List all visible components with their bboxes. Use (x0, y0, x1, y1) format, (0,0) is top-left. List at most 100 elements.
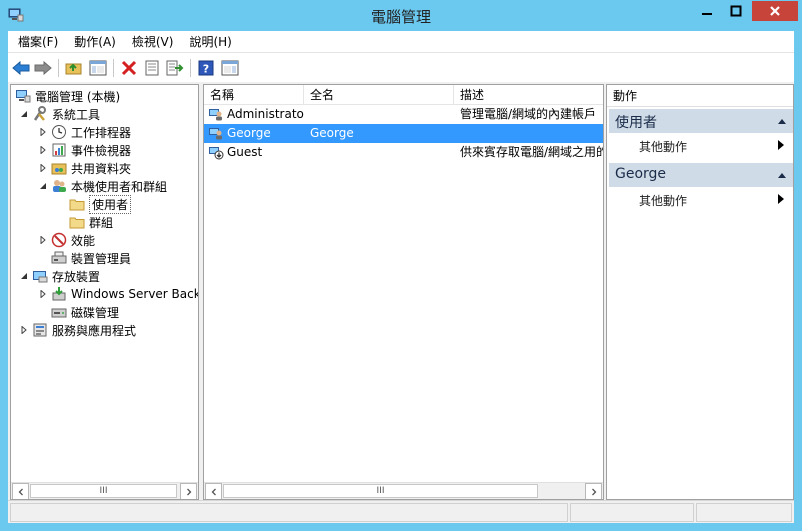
tree-node-storage[interactable]: 存放裝置 (19, 267, 100, 285)
user-icon (209, 109, 222, 121)
tree-node-users[interactable]: 使用者 (69, 194, 132, 214)
collapsed-arrow-icon[interactable] (38, 289, 48, 299)
scroll-thumb[interactable]: III (223, 484, 538, 498)
actions-pane-title: 動作 (607, 85, 793, 107)
tree-node-system-tools[interactable]: 系統工具 (19, 105, 100, 123)
collapsed-arrow-icon[interactable] (38, 127, 48, 137)
cell-description: 管理電腦/網域的內建帳戶 (460, 107, 597, 121)
table-row-selected[interactable]: George George (204, 124, 603, 143)
tree-node-computer-management[interactable]: 電腦管理 (本機) (15, 87, 120, 105)
close-icon (770, 6, 780, 16)
tree-node-device-manager[interactable]: 裝置管理員 (51, 249, 131, 267)
cell-name: George (227, 126, 271, 140)
menu-file[interactable]: 檔案(F) (18, 33, 58, 50)
tree-node-label: 服務與應用程式 (52, 323, 137, 338)
properties-button[interactable] (142, 58, 162, 78)
scroll-left-button[interactable] (12, 483, 29, 499)
show-hide-tree-button[interactable] (88, 58, 108, 78)
tree-node-groups[interactable]: 群組 (69, 213, 113, 231)
tree-node-label: 共用資料夾 (71, 161, 132, 176)
up-button[interactable] (64, 58, 84, 78)
title-bar[interactable]: 電腦管理 (0, 0, 802, 31)
tree-node-label: 磁碟管理 (71, 305, 120, 320)
toolbar-separator (58, 59, 59, 77)
action-section-george[interactable]: George (609, 163, 793, 187)
tree-node-shared-folders[interactable]: 共用資料夾 (38, 159, 131, 177)
tree-node-performance[interactable]: 效能 (38, 231, 95, 249)
export-list-button[interactable] (165, 58, 185, 78)
tree-node-label: 事件檢視器 (71, 143, 132, 158)
tree-node-label: 本機使用者和群組 (71, 179, 168, 194)
menu-view[interactable]: 檢視(V) (132, 33, 174, 50)
scroll-thumb[interactable]: III (30, 484, 177, 498)
console-tree[interactable]: 電腦管理 (本機) 系統工具 工作排程器 事件檢視器 共用資料夾 本機使用者和群… (10, 84, 199, 500)
table-row[interactable]: Administrator 管理電腦/網域的內建帳戶 (204, 105, 603, 124)
collapsed-arrow-icon[interactable] (38, 235, 48, 245)
action-more-actions-users[interactable]: 其他動作 (609, 135, 793, 155)
computer-management-window: 電腦管理 檔案(F) 動作(A) 檢視(V) 說明(H) ? 電腦管理 (本機)… (0, 0, 802, 531)
tree-node-event-viewer[interactable]: 事件檢視器 (38, 141, 131, 159)
back-arrow-icon (12, 60, 30, 76)
collapsed-arrow-icon[interactable] (38, 145, 48, 155)
list-horizontal-scrollbar[interactable]: III (204, 482, 603, 499)
menu-help[interactable]: 說明(H) (189, 33, 231, 50)
expanded-arrow-icon[interactable] (38, 181, 48, 191)
expanded-arrow-icon[interactable] (19, 271, 29, 281)
scroll-grip: III (376, 486, 385, 496)
minimize-button[interactable] (694, 1, 720, 21)
tree-node-label: 工作排程器 (71, 125, 132, 140)
tree-node-windows-server-backup[interactable]: Windows Server Backu (38, 285, 199, 303)
tree-node-local-users-groups[interactable]: 本機使用者和群組 (38, 177, 167, 195)
action-section-users[interactable]: 使用者 (609, 109, 793, 133)
delete-button[interactable] (119, 58, 139, 78)
event-viewer-icon (51, 142, 67, 158)
tree-node-task-scheduler[interactable]: 工作排程器 (38, 123, 131, 141)
action-more-actions-george[interactable]: 其他動作 (609, 189, 793, 209)
status-cell-main (10, 503, 568, 522)
status-cell-tertiary (696, 503, 792, 522)
tree-node-label: Windows Server Backu (71, 287, 199, 301)
tree-node-services-applications[interactable]: 服務與應用程式 (19, 321, 136, 339)
cell-name: Guest (227, 145, 263, 159)
scroll-left-button[interactable] (205, 483, 222, 499)
disabled-user-icon (209, 147, 224, 160)
services-icon (32, 322, 48, 338)
tree-horizontal-scrollbar[interactable]: III (11, 482, 198, 499)
tree-node-label: 系統工具 (52, 107, 101, 122)
users-list-view[interactable]: 名稱 全名 描述 Administrator 管理電腦/網域的內建帳戶 Geor… (203, 84, 604, 500)
expanded-arrow-icon[interactable] (19, 109, 29, 119)
menu-action[interactable]: 動作(A) (74, 33, 116, 50)
tree-node-label: 電腦管理 (本機) (35, 89, 121, 104)
client-area: 電腦管理 (本機) 系統工具 工作排程器 事件檢視器 共用資料夾 本機使用者和群… (8, 82, 794, 500)
storage-icon (32, 268, 48, 284)
show-hide-tree-icon (89, 60, 107, 76)
toolbar-separator (113, 59, 114, 77)
user-icon (209, 128, 222, 140)
back-button[interactable] (11, 58, 31, 78)
folder-icon (69, 196, 85, 212)
tree-node-disk-management[interactable]: 磁碟管理 (51, 303, 119, 321)
close-button[interactable] (752, 1, 798, 21)
help-button[interactable]: ? (196, 58, 216, 78)
table-row[interactable]: Guest 供來賓存取電腦/網域之用的 (204, 143, 603, 162)
cell-full-name: George (310, 126, 354, 140)
tree-node-label: 群組 (89, 215, 114, 230)
chevron-left-icon (211, 488, 216, 495)
window-title: 電腦管理 (370, 8, 431, 26)
forward-arrow-icon (34, 60, 52, 76)
show-hide-action-pane-button[interactable] (220, 58, 240, 78)
column-header-name[interactable]: 名稱 (204, 85, 304, 105)
computer-management-icon (15, 88, 31, 104)
collapsed-arrow-icon[interactable] (38, 163, 48, 173)
maximize-button[interactable] (722, 1, 750, 21)
collapse-up-icon (778, 173, 786, 178)
scroll-right-button[interactable] (585, 483, 602, 499)
column-header-description[interactable]: 描述 (454, 85, 603, 105)
column-header-full-name[interactable]: 全名 (304, 85, 454, 105)
action-section-label: George (615, 166, 667, 182)
scroll-right-button[interactable] (180, 483, 197, 499)
forward-button[interactable] (33, 58, 53, 78)
collapsed-arrow-icon[interactable] (19, 325, 29, 335)
device-manager-icon (51, 250, 67, 266)
users-groups-icon (51, 178, 67, 194)
